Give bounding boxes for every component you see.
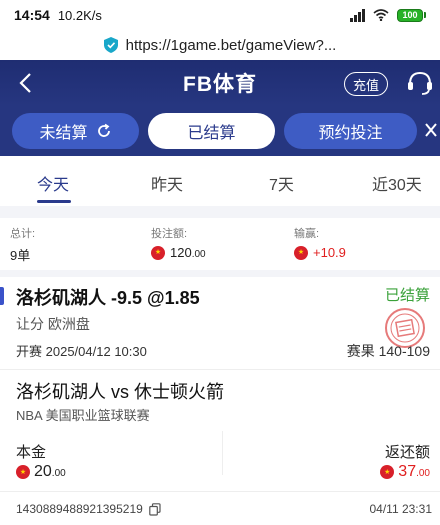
shield-icon — [103, 37, 118, 53]
settle-tabs: 未结算 已结算 预约投注 — [0, 106, 440, 156]
return-value: 37.00 — [380, 463, 430, 481]
copy-icon[interactable] — [149, 502, 161, 516]
refresh-icon[interactable] — [96, 123, 112, 139]
url-bar[interactable]: https://1game.bet/gameView?... — [0, 30, 440, 60]
coin-icon — [380, 465, 395, 479]
return-int: 37 — [398, 463, 417, 480]
divider — [222, 431, 223, 475]
result-amount: +10.9 — [313, 245, 346, 260]
start-label: 开赛 — [16, 344, 43, 359]
status-bar: 14:54 10.2K/s 100 — [0, 0, 440, 30]
wifi-icon — [373, 9, 389, 21]
summary-panel: 总计: 9单 投注额: 120.00 输赢: +10.9 — [0, 218, 440, 270]
stake-label: 投注额: — [151, 228, 188, 240]
back-icon[interactable] — [16, 72, 36, 94]
close-icon[interactable] — [424, 121, 438, 139]
coin-icon — [151, 245, 165, 260]
bet-market: 让分 欧洲盘 — [16, 316, 90, 332]
result-label: 输赢: — [294, 228, 320, 240]
order-number-value: 1430889488921395219 — [16, 502, 143, 516]
battery-icon: 100 — [397, 8, 426, 22]
tab-reserved-label: 预约投注 — [318, 125, 383, 142]
tab-today[interactable]: 今天 — [37, 171, 69, 195]
tab-30-days[interactable]: 近30天 — [372, 171, 422, 195]
network-speed: 10.2K/s — [57, 7, 102, 23]
stake-int: 120 — [170, 245, 192, 260]
score-label: 赛果 — [346, 343, 375, 359]
match-name: 洛杉矶湖人 vs 休士顿火箭 — [16, 382, 225, 402]
divider — [0, 491, 440, 492]
url-text: https://1game.bet/gameView?... — [125, 36, 337, 54]
start-time: 开赛 2025/04/12 10:30 — [16, 341, 147, 360]
league-name: NBA 美国职业篮球联赛 — [16, 408, 150, 423]
app-header: FB体育 充值 — [0, 60, 440, 106]
status-time: 14:54 — [14, 7, 50, 23]
total-label: 总计: — [10, 228, 36, 240]
principal-label: 本金 — [16, 444, 47, 461]
battery-level: 100 — [397, 8, 423, 22]
order-time: 04/11 23:31 — [369, 502, 432, 516]
tab-settled-label: 已结算 — [187, 125, 236, 142]
principal-int: 20 — [34, 463, 52, 480]
principal-dec: .00 — [51, 468, 66, 479]
match-result: 赛果 140-109 — [347, 341, 430, 361]
tab-unsettled[interactable]: 未结算 — [12, 113, 139, 149]
coin-icon — [294, 245, 308, 260]
tab-7-days[interactable]: 7天 — [269, 171, 294, 195]
tab-unsettled-label: 未结算 — [39, 125, 88, 142]
settled-status: 已结算 — [384, 287, 430, 304]
customer-service-icon[interactable] — [406, 70, 434, 96]
start-value: 2025/04/12 10:30 — [45, 344, 147, 359]
divider — [0, 369, 440, 370]
bet-selection: 洛杉矶湖人 -9.5 @1.85 — [16, 288, 200, 308]
tab-reserved[interactable]: 预约投注 — [284, 113, 417, 149]
score-value: 140-109 — [378, 343, 430, 359]
result-value: +10.9 — [294, 245, 346, 260]
return-label: 返还额 — [384, 444, 430, 461]
active-tab-indicator — [37, 200, 71, 203]
amount-block: 本金 20.00 返还额 37.00 — [0, 425, 440, 481]
return-dec: .00 — [416, 468, 430, 479]
principal-value: 20.00 — [16, 463, 66, 481]
total-value: 9单 — [10, 248, 31, 263]
time-filter-tabs: 今天 昨天 7天 近30天 — [0, 156, 440, 206]
order-number: 1430889488921395219 — [16, 502, 161, 516]
tab-yesterday[interactable]: 昨天 — [151, 171, 183, 195]
stake-dec: .00 — [191, 249, 206, 260]
stake-value: 120.00 — [151, 245, 206, 260]
recharge-button[interactable]: 充值 — [343, 72, 388, 96]
coin-icon — [16, 465, 30, 479]
bet-card[interactable]: 洛杉矶湖人 -9.5 @1.85 已结算 让分 欧洲盘 开赛 2025/04/1… — [0, 277, 440, 525]
signal-icon — [350, 8, 365, 22]
tab-settled[interactable]: 已结算 — [148, 113, 275, 149]
card-accent — [0, 287, 4, 305]
